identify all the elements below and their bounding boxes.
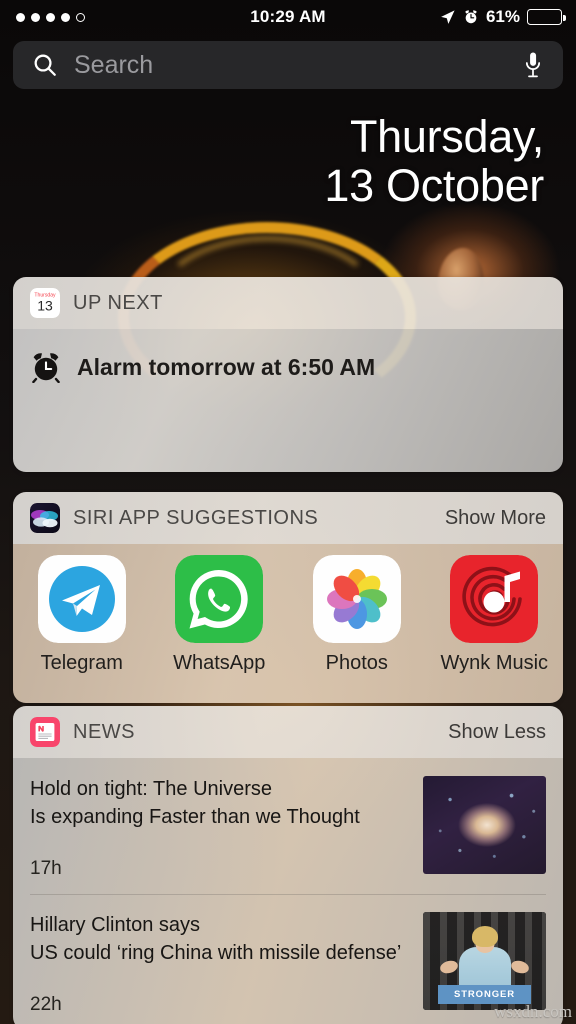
telegram-icon: [37, 555, 126, 643]
microphone-icon[interactable]: [523, 50, 543, 80]
watermark: wsxdn.com: [494, 1002, 572, 1021]
app-label: WhatsApp: [173, 652, 266, 674]
calendar-icon: Thursday 13: [30, 288, 60, 318]
status-bar: 10:29 AM 61%: [0, 0, 576, 34]
news-story-timestamp: 22h: [30, 994, 62, 1016]
widget-news[interactable]: NEWS Show Less Hold on tight: The Univer…: [13, 706, 563, 1024]
app-label: Telegram: [40, 652, 123, 674]
app-suggestion-photos[interactable]: Photos: [288, 555, 426, 675]
svg-text:13: 13: [37, 298, 53, 314]
app-label: Photos: [325, 652, 388, 674]
location-arrow-icon: [441, 9, 455, 24]
siri-title: SIRI APP SUGGESTIONS: [73, 506, 319, 529]
battery-icon: [527, 9, 566, 25]
widget-up-next[interactable]: Thursday 13 UP NEXT Alarm tomorrow at 6:…: [13, 277, 563, 472]
news-title: NEWS: [73, 720, 135, 743]
podium-banner-text: STRONGER: [453, 989, 516, 1001]
news-story-headline: Hold on tight: The Universe Is expanding …: [30, 778, 360, 828]
signal-dot-empty: [76, 12, 85, 22]
news-story-text: Hold on tight: The Universe Is expanding …: [30, 776, 423, 880]
app-suggestion-wynk-music[interactable]: Wynk Music: [426, 555, 564, 675]
today-view-screen: 10:29 AM 61% Search Thursday, 13 October…: [0, 0, 576, 1024]
up-next-header[interactable]: Thursday 13 UP NEXT: [13, 277, 563, 329]
siri-icon: [30, 503, 60, 533]
status-bar-right: 61%: [396, 7, 576, 27]
signal-dot: [16, 12, 25, 22]
whatsapp-icon: [175, 555, 264, 643]
wynk-music-icon: [450, 555, 539, 643]
alarm-event-text: Alarm tomorrow at 6:50 AM: [77, 353, 376, 380]
news-story-item[interactable]: Hold on tight: The Universe Is expanding …: [13, 758, 563, 894]
search-input[interactable]: Search: [74, 51, 523, 80]
date-weekday: Thursday,: [349, 111, 544, 162]
search-bar[interactable]: Search: [13, 41, 563, 89]
alarm-clock-icon: [32, 353, 60, 383]
status-bar-clock: 10:29 AM: [250, 7, 326, 26]
signal-strength-dots: [0, 12, 180, 22]
up-next-body[interactable]: Alarm tomorrow at 6:50 AM: [13, 329, 563, 472]
news-story-timestamp: 17h: [30, 858, 62, 880]
news-header[interactable]: NEWS Show Less: [13, 706, 563, 758]
news-story-item[interactable]: Hillary Clinton says US could ‘ring China…: [13, 894, 563, 1024]
signal-dot: [61, 12, 70, 22]
up-next-title: UP NEXT: [73, 291, 163, 314]
hillary-clinton-podium-photo: STRONGER: [423, 912, 546, 1011]
photos-icon: [312, 555, 401, 643]
signal-dot: [46, 12, 55, 22]
date-header: Thursday, 13 October: [324, 111, 544, 211]
news-story-thumbnail: STRONGER: [423, 912, 546, 1011]
search-icon: [34, 54, 56, 76]
news-show-less-button[interactable]: Show Less: [448, 721, 546, 744]
siri-app-grid: Telegram WhatsApp Photos Wynk Music: [13, 544, 563, 703]
signal-dot: [31, 12, 40, 22]
galaxy-photo: [423, 776, 546, 874]
news-icon: [30, 717, 60, 747]
app-suggestion-whatsapp[interactable]: WhatsApp: [151, 555, 289, 675]
date-day-month: 13 October: [324, 159, 544, 211]
news-story-list: Hold on tight: The Universe Is expanding …: [13, 758, 563, 1024]
photo-figure-hair: [471, 925, 498, 947]
siri-header[interactable]: SIRI APP SUGGESTIONS Show More: [13, 492, 563, 544]
alarm-icon: [465, 10, 477, 24]
app-label: Wynk Music: [440, 652, 549, 674]
alarm-event-row[interactable]: Alarm tomorrow at 6:50 AM: [30, 351, 546, 383]
news-story-text: Hillary Clinton says US could ‘ring China…: [30, 912, 423, 1016]
app-suggestion-telegram[interactable]: Telegram: [13, 555, 151, 675]
widget-siri-app-suggestions[interactable]: SIRI APP SUGGESTIONS Show More Telegram: [13, 492, 563, 703]
siri-show-more-button[interactable]: Show More: [445, 507, 546, 530]
news-story-thumbnail: [423, 776, 546, 874]
battery-percentage: 61%: [485, 7, 520, 26]
news-story-headline: Hillary Clinton says US could ‘ring China…: [30, 914, 402, 964]
